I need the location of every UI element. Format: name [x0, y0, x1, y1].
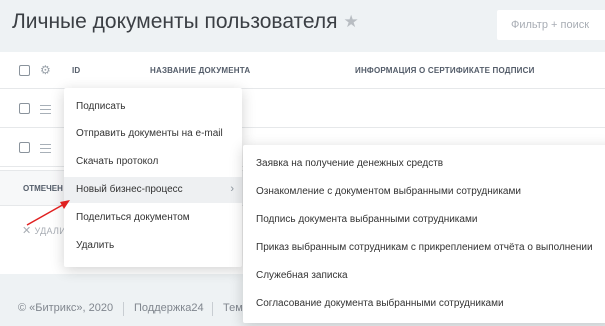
menu-item-download-protocol[interactable]: Скачать протокол: [64, 149, 242, 175]
submenu-item[interactable]: Заявка на получение денежных средств: [243, 151, 605, 177]
menu-item-send-email[interactable]: Отправить документы на e-mail: [64, 121, 242, 147]
submenu-item[interactable]: Служебная записка: [243, 263, 605, 289]
menu-item-sign[interactable]: Подписать: [64, 94, 242, 120]
star-icon[interactable]: ★: [344, 12, 359, 32]
row-checkbox[interactable]: [19, 103, 30, 114]
filter-search-input[interactable]: Фильтр + поиск: [497, 10, 605, 40]
row-menu-icon[interactable]: [40, 144, 51, 156]
menu-item-delete[interactable]: Удалить: [64, 233, 242, 259]
menu-item-new-business-process[interactable]: Новый бизнес-процесс ›: [64, 177, 242, 203]
column-header-certificate[interactable]: ИНФОРМАЦИЯ О СЕРТИФИКАТЕ ПОДПИСИ: [355, 66, 535, 75]
row-menu-icon[interactable]: [40, 105, 51, 117]
row-checkbox[interactable]: [19, 142, 30, 153]
submenu-item[interactable]: Согласование документа выбранными сотруд…: [243, 291, 605, 317]
page-title-text: Личные документы пользователя: [12, 10, 338, 33]
support-link[interactable]: Поддержка24: [134, 302, 204, 314]
business-process-submenu: Заявка на получение денежных средств Озн…: [243, 145, 605, 323]
submenu-item[interactable]: Подпись документа выбранными сотрудникам…: [243, 207, 605, 233]
delete-label: УДАЛИ: [34, 226, 67, 236]
menu-item-label: Новый бизнес-процесс: [76, 184, 183, 195]
footer-divider: [123, 302, 124, 316]
chevron-right-icon: ›: [230, 183, 234, 195]
context-menu: Подписать Отправить документы на e-mail …: [64, 88, 242, 267]
close-icon: ✕: [22, 225, 32, 237]
delete-action[interactable]: ✕ УДАЛИ: [22, 224, 66, 237]
marked-count-label: ОТМЕЧЕН: [23, 184, 63, 193]
page-title: Личные документы пользователя ★: [12, 10, 359, 34]
menu-item-share-document[interactable]: Поделиться документом: [64, 205, 242, 231]
theme-link[interactable]: Тем: [223, 302, 243, 314]
submenu-item[interactable]: Ознакомление с документом выбранными сот…: [243, 179, 605, 205]
select-all-checkbox[interactable]: [19, 65, 30, 76]
column-header-id[interactable]: ID: [72, 66, 80, 75]
copyright-text: © «Битрикс», 2020: [18, 302, 114, 314]
footer-divider: [212, 302, 213, 316]
column-header-name[interactable]: НАЗВАНИЕ ДОКУМЕНТА: [150, 66, 250, 75]
gear-icon[interactable]: ⚙: [40, 63, 51, 77]
submenu-item[interactable]: Приказ выбранным сотрудникам с прикрепле…: [243, 235, 605, 261]
grid-header: ⚙ ID НАЗВАНИЕ ДОКУМЕНТА ИНФОРМАЦИЯ О СЕР…: [0, 52, 605, 89]
